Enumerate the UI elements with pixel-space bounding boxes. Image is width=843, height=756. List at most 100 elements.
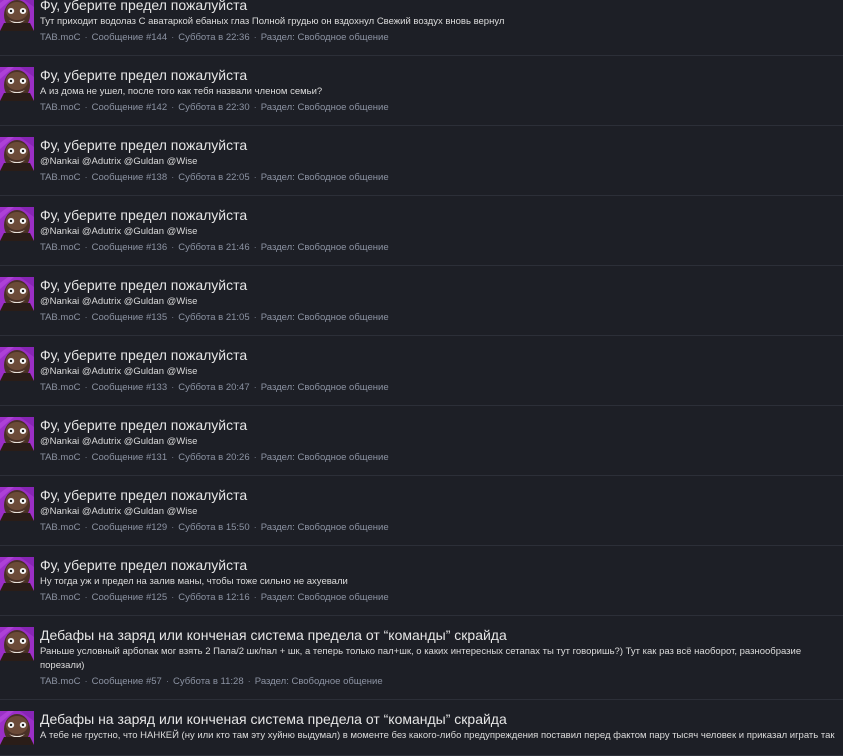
message-link[interactable]: Сообщение #57 [92, 676, 162, 687]
message-link[interactable]: Сообщение #129 [92, 522, 167, 533]
meta-separator: · [171, 382, 175, 393]
message-link[interactable]: Сообщение #136 [92, 242, 167, 253]
message-link[interactable]: Сообщение #125 [92, 592, 167, 603]
message-link[interactable]: Сообщение #144 [92, 32, 167, 43]
section-link[interactable]: Раздел: Свободное общение [261, 102, 389, 113]
thread-title-link[interactable]: Фу, уберите предел пожалуйста [40, 277, 843, 294]
post-meta: TAB.moC · Сообщение #135 · Суббота в 21:05 · Р… [40, 311, 843, 325]
avatar[interactable] [0, 487, 34, 521]
avatar[interactable] [0, 557, 34, 591]
post-meta: TAB.moC · Сообщение #142 · Суббота в 22:30 · Р… [40, 101, 843, 115]
post-snippet: @Nankai @Adutrix @Guldan @Wise [40, 156, 198, 167]
author-link[interactable]: TAB.moC [40, 452, 80, 463]
section-link[interactable]: Раздел: Свободное общение [261, 522, 389, 533]
result-body: Фу, уберите предел пожалуйста @Nankai @A… [40, 417, 843, 465]
section-link[interactable]: Раздел: Свободное общение [261, 452, 389, 463]
avatar[interactable] [0, 347, 34, 381]
post-meta: TAB.moC · Сообщение #136 · Суббота в 21:46 · Р… [40, 241, 843, 255]
section-link[interactable]: Раздел: Свободное общение [261, 242, 389, 253]
section-link[interactable]: Раздел: Свободное общение [261, 32, 389, 43]
meta-separator: · [84, 452, 88, 463]
post-date: Суббота в 20:47 [178, 382, 250, 393]
avatar[interactable] [0, 67, 34, 101]
post-date: Суббота в 22:36 [178, 32, 250, 43]
thread-title-link[interactable]: Дебафы на заряд или конченая система пре… [40, 711, 843, 728]
thread-title-link[interactable]: Фу, уберите предел пожалуйста [40, 137, 843, 154]
meta-separator: · [253, 102, 257, 113]
thread-title-link[interactable]: Фу, уберите предел пожалуйста [40, 417, 843, 434]
author-link[interactable]: TAB.moC [40, 382, 80, 393]
section-link[interactable]: Раздел: Свободное общение [261, 172, 389, 183]
user-avatar-icon [0, 207, 34, 241]
avatar[interactable] [0, 711, 34, 745]
post-snippet: Тут приходит водолаз С аватаркой ебаных … [40, 16, 505, 27]
avatar[interactable] [0, 207, 34, 241]
meta-separator: · [253, 172, 257, 183]
author-link[interactable]: TAB.moC [40, 242, 80, 253]
author-link[interactable]: TAB.moC [40, 522, 80, 533]
post-snippet: А из дома не ушел, после того как тебя н… [40, 86, 323, 97]
meta-separator: · [253, 312, 257, 323]
result-body: Фу, уберите предел пожалуйста @Nankai @A… [40, 207, 843, 255]
post-date: Суббота в 22:05 [178, 172, 250, 183]
user-avatar-icon [0, 137, 34, 171]
section-link[interactable]: Раздел: Свободное общение [255, 676, 383, 687]
meta-separator: · [84, 172, 88, 183]
meta-separator: · [84, 382, 88, 393]
meta-separator: · [253, 32, 257, 43]
result-body: Дебафы на заряд или конченая система пре… [40, 711, 843, 745]
post-date: Суббота в 21:46 [178, 242, 250, 253]
result-item: Фу, уберите предел пожалуйста @Nankai @A… [0, 196, 843, 266]
thread-title-link[interactable]: Фу, уберите предел пожалуйста [40, 0, 843, 14]
meta-separator: · [171, 242, 175, 253]
user-avatar-icon [0, 277, 34, 311]
post-meta: TAB.moC · Сообщение #144 · Суббота в 22:36 · Р… [40, 31, 843, 45]
meta-separator: · [253, 522, 257, 533]
author-link[interactable]: TAB.moC [40, 32, 80, 43]
message-link[interactable]: Сообщение #138 [92, 172, 167, 183]
author-link[interactable]: TAB.moC [40, 102, 80, 113]
avatar[interactable] [0, 137, 34, 171]
result-item: Фу, уберите предел пожалуйста Тут приход… [0, 0, 843, 56]
avatar[interactable] [0, 277, 34, 311]
thread-title-link[interactable]: Фу, уберите предел пожалуйста [40, 67, 843, 84]
author-link[interactable]: TAB.moC [40, 592, 80, 603]
result-body: Фу, уберите предел пожалуйста @Nankai @A… [40, 277, 843, 325]
post-date: Суббота в 20:26 [178, 452, 250, 463]
avatar[interactable] [0, 627, 34, 661]
post-meta: TAB.moC · Сообщение #131 · Суббота в 20:26 · Р… [40, 451, 843, 465]
thread-title-link[interactable]: Фу, уберите предел пожалуйста [40, 207, 843, 224]
post-date: Суббота в 22:30 [178, 102, 250, 113]
thread-title-link[interactable]: Фу, уберите предел пожалуйста [40, 557, 843, 574]
avatar[interactable] [0, 417, 34, 451]
meta-separator: · [165, 676, 170, 687]
author-link[interactable]: TAB.moC [40, 172, 80, 183]
meta-separator: · [84, 32, 88, 43]
thread-title-link[interactable]: Дебафы на заряд или конченая система пре… [40, 627, 843, 644]
result-body: Фу, уберите предел пожалуйста @Nankai @A… [40, 347, 843, 395]
avatar[interactable] [0, 0, 34, 31]
meta-separator: · [247, 676, 251, 687]
section-link[interactable]: Раздел: Свободное общение [261, 592, 389, 603]
user-avatar-icon [0, 711, 34, 745]
meta-separator: · [253, 592, 257, 603]
message-link[interactable]: Сообщение #135 [92, 312, 167, 323]
user-avatar-icon [0, 417, 34, 451]
section-link[interactable]: Раздел: Свободное общение [261, 382, 389, 393]
meta-separator: · [171, 522, 175, 533]
meta-separator: · [171, 452, 175, 463]
section-link[interactable]: Раздел: Свободное общение [261, 312, 389, 323]
result-item: Фу, уберите предел пожалуйста @Nankai @A… [0, 476, 843, 546]
thread-title-link[interactable]: Фу, уберите предел пожалуйста [40, 347, 843, 364]
user-avatar-icon [0, 627, 34, 661]
result-item: Фу, уберите предел пожалуйста А из дома … [0, 56, 843, 126]
author-link[interactable]: TAB.moC [40, 312, 80, 323]
post-date: Суббота в 15:50 [178, 522, 250, 533]
meta-separator: · [253, 242, 257, 253]
author-link[interactable]: TAB.moC [40, 676, 80, 687]
thread-title-link[interactable]: Фу, уберите предел пожалуйста [40, 487, 843, 504]
message-link[interactable]: Сообщение #131 [92, 452, 167, 463]
message-link[interactable]: Сообщение #133 [92, 382, 167, 393]
message-link[interactable]: Сообщение #142 [92, 102, 167, 113]
result-body: Фу, уберите предел пожалуйста Тут приход… [40, 0, 843, 45]
